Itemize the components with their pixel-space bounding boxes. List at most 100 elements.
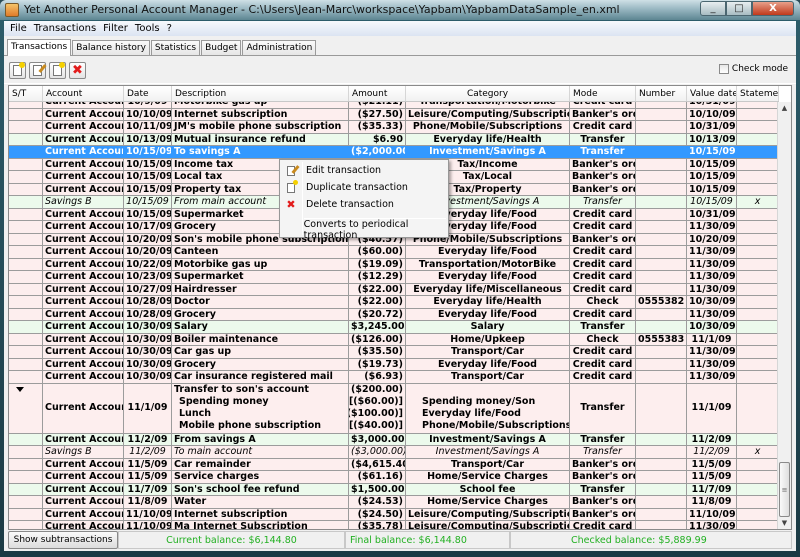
menu-help[interactable]: ? — [164, 23, 175, 34]
subtransaction-amount: [($60.00)] — [349, 396, 403, 407]
vertical-scrollbar[interactable]: ▲ ≡ ▼ — [777, 102, 791, 529]
cell-statement — [737, 221, 779, 233]
column-header-mode[interactable]: Mode — [570, 86, 636, 101]
cell-number — [636, 146, 687, 158]
column-header-number[interactable]: Number — [636, 86, 687, 101]
table-row[interactable]: Current Account 10/23/09 Supermarket ($12.2… — [9, 271, 779, 284]
cell-number — [636, 433, 687, 445]
cell-number — [636, 196, 687, 208]
table-row[interactable]: Current Account 10/30/09 Salary $3,245.00 Sa… — [9, 321, 779, 334]
table-row[interactable]: Current Account 10/27/09 Hairdresser ($22.0… — [9, 283, 779, 296]
table-row[interactable]: Current Account 11/10/09 Ma Internet Subsc… — [9, 521, 779, 529]
column-header-value-date[interactable]: Value date — [687, 86, 737, 101]
delete-transaction-button[interactable]: ✖ — [69, 62, 86, 79]
cell-statement — [737, 346, 779, 358]
menu-transactions[interactable]: Transactions — [31, 23, 99, 34]
table-row[interactable]: Current Account 10/13/09 Mutual insurance … — [9, 133, 779, 146]
duplicate-transaction-button[interactable] — [49, 62, 66, 79]
tab-administration[interactable]: Administration — [242, 40, 317, 55]
cell-category: Salary — [406, 321, 570, 333]
column-header-amount[interactable]: Amount — [349, 86, 406, 101]
cell-st — [9, 346, 43, 358]
menu-tools[interactable]: Tools — [132, 23, 163, 34]
table-row[interactable]: Current Account 10/15/09 To savings A ($2,0… — [9, 146, 779, 159]
cell-account: Current Account — [45, 458, 124, 470]
new-transaction-button[interactable] — [9, 62, 26, 79]
table-row[interactable]: Current Account 10/22/09 Motorbike gas up(… — [9, 258, 779, 271]
table-row-split[interactable]: Current Account 11/1/09 Transfer to son's … — [9, 383, 779, 434]
cell-st — [9, 233, 43, 245]
scrollbar-thumb[interactable]: ≡ — [779, 462, 790, 517]
menu-file[interactable]: File — [7, 23, 30, 34]
cell-mode: Banker's ord... — [570, 496, 636, 508]
cell-st — [9, 121, 43, 133]
cell-st — [9, 146, 43, 158]
cell-statement — [737, 471, 779, 483]
edit-icon — [287, 164, 300, 176]
tab-statistics[interactable]: Statistics — [150, 40, 201, 55]
column-header-date[interactable]: Date — [124, 86, 172, 101]
cell-date: 10/15/09 — [126, 171, 172, 183]
context-menu-convert-periodical[interactable]: Converts to periodical transaction — [280, 219, 448, 241]
scroll-up-arrow-icon[interactable]: ▲ — [778, 102, 791, 115]
cell-value-date: 11/30/09 — [689, 258, 737, 270]
table-row[interactable]: Current Account 10/30/09 Grocery ($19.73) Ev… — [9, 358, 779, 371]
cell-account: Current Account — [45, 158, 124, 170]
cell-st — [9, 246, 43, 258]
close-button[interactable]: X — [752, 1, 794, 16]
column-header-statement[interactable]: Statement — [737, 86, 779, 101]
minimize-button[interactable]: _ — [700, 1, 726, 16]
cell-value-date: 11/30/09 — [687, 521, 737, 529]
cell-st — [9, 258, 43, 270]
cell-st — [9, 171, 43, 183]
scroll-down-arrow-icon[interactable]: ▼ — [778, 517, 791, 529]
table-row[interactable]: Current Account 11/5/09 Car remainder ($4,6… — [9, 458, 779, 471]
table-row[interactable]: Current Account 10/11/09 JM's mobile phone… — [9, 121, 779, 134]
cell-description: Car gas up — [172, 346, 349, 358]
table-row[interactable]: Current Account 10/28/09 Grocery ($20.72) Ev… — [9, 308, 779, 321]
show-subtransactions-button[interactable]: Show subtransactions — [8, 531, 118, 549]
column-header-account[interactable]: Account — [43, 86, 124, 101]
column-header-category[interactable]: Category — [406, 86, 570, 101]
check-mode-toggle[interactable]: Check mode — [718, 64, 788, 74]
context-menu-duplicate[interactable]: Duplicate transaction — [280, 179, 448, 196]
tab-budget[interactable]: Budget — [201, 40, 242, 55]
table-row[interactable]: Current Account 11/5/09 Service charges ($6… — [9, 471, 779, 484]
cell-date: 10/22/09 — [126, 258, 172, 270]
checked-balance: Checked balance: $5,889.99 — [510, 531, 792, 549]
collapse-triangle-icon[interactable] — [16, 386, 24, 392]
menu-filter[interactable]: Filter — [100, 23, 131, 34]
client-area: File Transactions Filter Tools ? Transac… — [4, 21, 796, 551]
table-row[interactable]: Current Account 10/10/09 Internet subscrip… — [9, 108, 779, 121]
column-header-description[interactable]: Description — [172, 86, 349, 101]
tab-balance-history[interactable]: Balance history — [72, 40, 150, 55]
column-header-s-t[interactable]: S/T — [9, 86, 43, 101]
cell-category: Everyday life/Food — [406, 308, 570, 320]
cell-value-date: 10/15/09 — [689, 171, 737, 183]
cell-account: Current Account — [45, 221, 124, 233]
maximize-button[interactable]: □ — [726, 1, 752, 16]
table-row[interactable]: Current Account 10/30/09 Boiler maintenanc… — [9, 333, 779, 346]
table-row[interactable]: Current Account 10/28/09 Doctor ($22.00) Eve… — [9, 296, 779, 309]
context-menu-delete[interactable]: ✖ Delete transaction — [280, 196, 448, 213]
table-row[interactable]: Current Account 11/10/09 Internet subscrip… — [9, 508, 779, 521]
table-row[interactable]: Current Account 10/30/09 Car insurance reg… — [9, 371, 779, 384]
check-mode-checkbox[interactable] — [718, 64, 729, 74]
table-row[interactable]: Current Account 11/2/09 From savings A $3,0… — [9, 433, 779, 446]
cell-number — [636, 483, 687, 495]
table-row[interactable]: Current Account 10/30/09 Car gas up ($35.50… — [9, 346, 779, 359]
cell-value-date: 10/15/09 — [689, 146, 737, 158]
table-row[interactable]: Current Account 11/8/09 Water ($24.53) Home/… — [9, 496, 779, 509]
table-row[interactable]: Current Account 11/7/09 Son's school fee r… — [9, 483, 779, 496]
tab-transactions[interactable]: Transactions — [7, 39, 72, 56]
context-menu-edit[interactable]: Edit transaction — [280, 162, 448, 179]
cell-mode: Check — [570, 333, 636, 345]
table-row[interactable]: Savings B 11/2/09 To main account ($3,000.0… — [9, 446, 779, 459]
title-bar[interactable]: Yet Another Personal Account Manager - C… — [0, 0, 800, 20]
app-window: Yet Another Personal Account Manager - C… — [0, 0, 800, 557]
cell-category: Home/Upkeep — [406, 333, 570, 345]
edit-transaction-button[interactable] — [29, 62, 47, 79]
cell-category: Everyday life/Food — [406, 246, 570, 258]
cell-amount: $3,000.00 — [351, 433, 406, 445]
table-row[interactable]: Current Account 10/20/09 Canteen ($60.00) Ev… — [9, 246, 779, 259]
